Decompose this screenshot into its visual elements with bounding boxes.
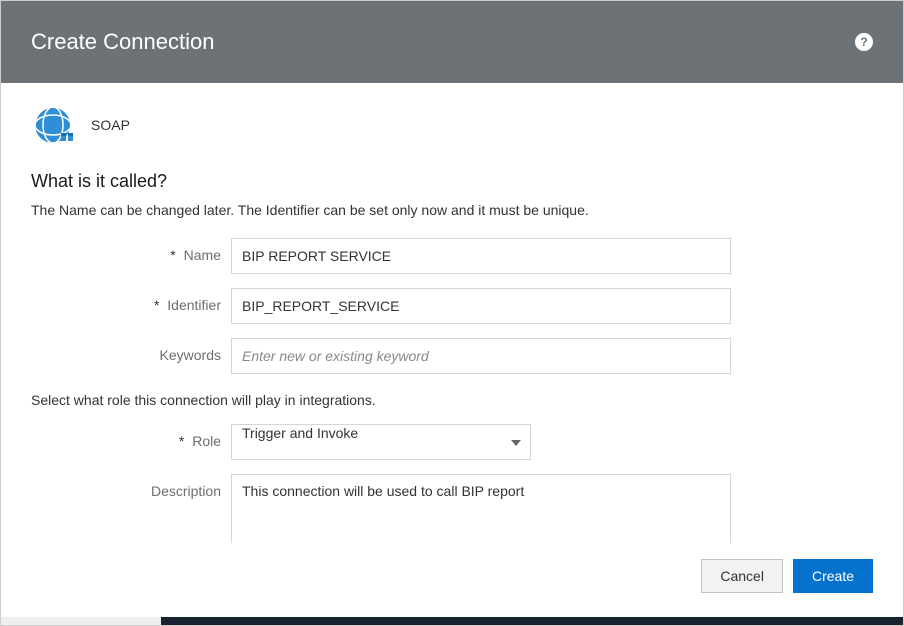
form-row-description: Description 977 characters left bbox=[31, 474, 873, 543]
role-label-text: Role bbox=[192, 433, 221, 449]
bottom-bar-light bbox=[1, 617, 161, 625]
form-row-role: * Role Trigger and Invoke bbox=[31, 424, 873, 460]
dialog-content: SOAP What is it called? The Name can be … bbox=[1, 83, 903, 543]
required-mark: * bbox=[154, 297, 159, 313]
description-label-text: Description bbox=[151, 483, 221, 499]
description-textarea[interactable] bbox=[231, 474, 731, 543]
section-heading: What is it called? bbox=[31, 171, 873, 192]
bottom-bar bbox=[1, 617, 903, 625]
dialog-title: Create Connection bbox=[31, 29, 214, 55]
adapter-name: SOAP bbox=[91, 117, 130, 133]
name-label: * Name bbox=[31, 238, 231, 263]
name-input[interactable] bbox=[231, 238, 731, 274]
bottom-bar-dark bbox=[161, 617, 903, 625]
name-label-text: Name bbox=[184, 247, 221, 263]
create-connection-dialog: Create Connection ? SOAP What is it c bbox=[0, 0, 904, 626]
identifier-label-text: Identifier bbox=[167, 297, 221, 313]
form-row-identifier: * Identifier bbox=[31, 288, 873, 324]
required-mark: * bbox=[170, 247, 175, 263]
required-mark: * bbox=[179, 433, 184, 449]
dialog-footer: Cancel Create bbox=[1, 543, 903, 617]
keywords-input[interactable] bbox=[231, 338, 731, 374]
keywords-label: Keywords bbox=[31, 338, 231, 363]
section-subtext: The Name can be changed later. The Ident… bbox=[31, 202, 873, 218]
role-select[interactable]: Trigger and Invoke bbox=[231, 424, 531, 460]
cancel-button[interactable]: Cancel bbox=[701, 559, 783, 593]
form-row-keywords: Keywords bbox=[31, 338, 873, 374]
help-icon[interactable]: ? bbox=[855, 33, 873, 51]
identifier-label: * Identifier bbox=[31, 288, 231, 313]
identifier-input[interactable] bbox=[231, 288, 731, 324]
dialog-header: Create Connection ? bbox=[1, 1, 903, 83]
keywords-label-text: Keywords bbox=[160, 347, 221, 363]
soap-adapter-icon bbox=[31, 103, 75, 147]
create-button[interactable]: Create bbox=[793, 559, 873, 593]
form-row-name: * Name bbox=[31, 238, 873, 274]
description-label: Description bbox=[31, 474, 231, 499]
adapter-row: SOAP bbox=[31, 103, 873, 147]
role-label: * Role bbox=[31, 424, 231, 449]
role-section-text: Select what role this connection will pl… bbox=[31, 392, 873, 408]
